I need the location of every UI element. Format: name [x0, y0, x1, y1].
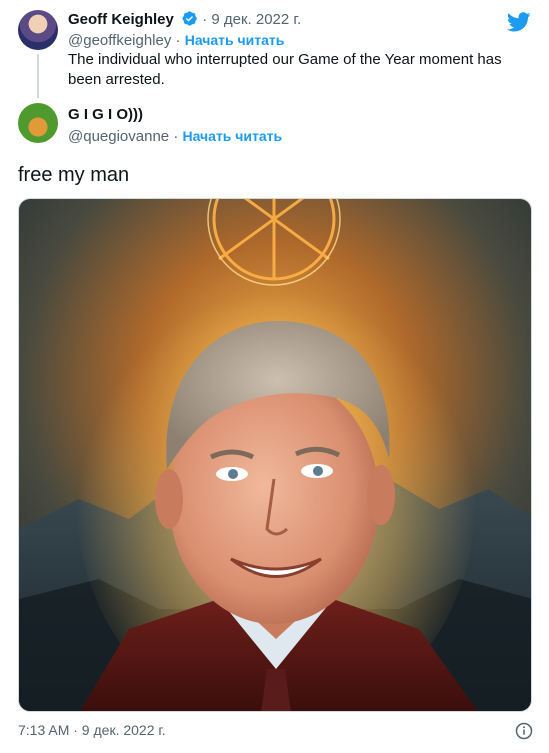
author-name[interactable]: Geoff Keighley	[68, 11, 174, 28]
reply-tweet-header: G I G I O)))	[68, 105, 143, 125]
tweet-embed-card: Geoff Keighley · 9 дек. 2022 г. @geoffke…	[0, 0, 549, 753]
separator: ·	[202, 11, 208, 28]
follow-link[interactable]: Начать читать	[182, 128, 282, 144]
tweet-date[interactable]: 9 дек. 2022 г.	[211, 11, 301, 28]
separator: ·	[173, 128, 179, 145]
reply-tweet-subheader: @quegiovanne · Начать читать	[68, 126, 282, 147]
twitter-bird-icon[interactable]	[507, 10, 531, 34]
info-icon[interactable]	[515, 722, 533, 740]
avatar-gigio[interactable]	[18, 103, 58, 143]
tweet-media-image[interactable]	[18, 198, 532, 712]
thread-connector	[37, 54, 39, 98]
quoted-tweet-header: Geoff Keighley · 9 дек. 2022 г.	[68, 10, 301, 30]
verified-badge-icon	[182, 11, 197, 26]
author-handle[interactable]: @quegiovanne	[68, 128, 169, 145]
follow-link[interactable]: Начать читать	[185, 32, 285, 48]
author-handle[interactable]: @geoffkeighley	[68, 32, 171, 49]
author-name[interactable]: G I G I O)))	[68, 106, 143, 123]
tweet-text: free my man	[18, 164, 130, 186]
tweet-timestamp[interactable]: 7:13 AM · 9 дек. 2022 г.	[18, 720, 166, 740]
quoted-tweet-subheader: @geoffkeighley · Начать читать	[68, 32, 285, 49]
avatar-geoff-keighley[interactable]	[18, 10, 58, 50]
quoted-tweet-text: The individual who interrupted our Game …	[68, 51, 502, 88]
portrait-illustration	[19, 199, 531, 711]
